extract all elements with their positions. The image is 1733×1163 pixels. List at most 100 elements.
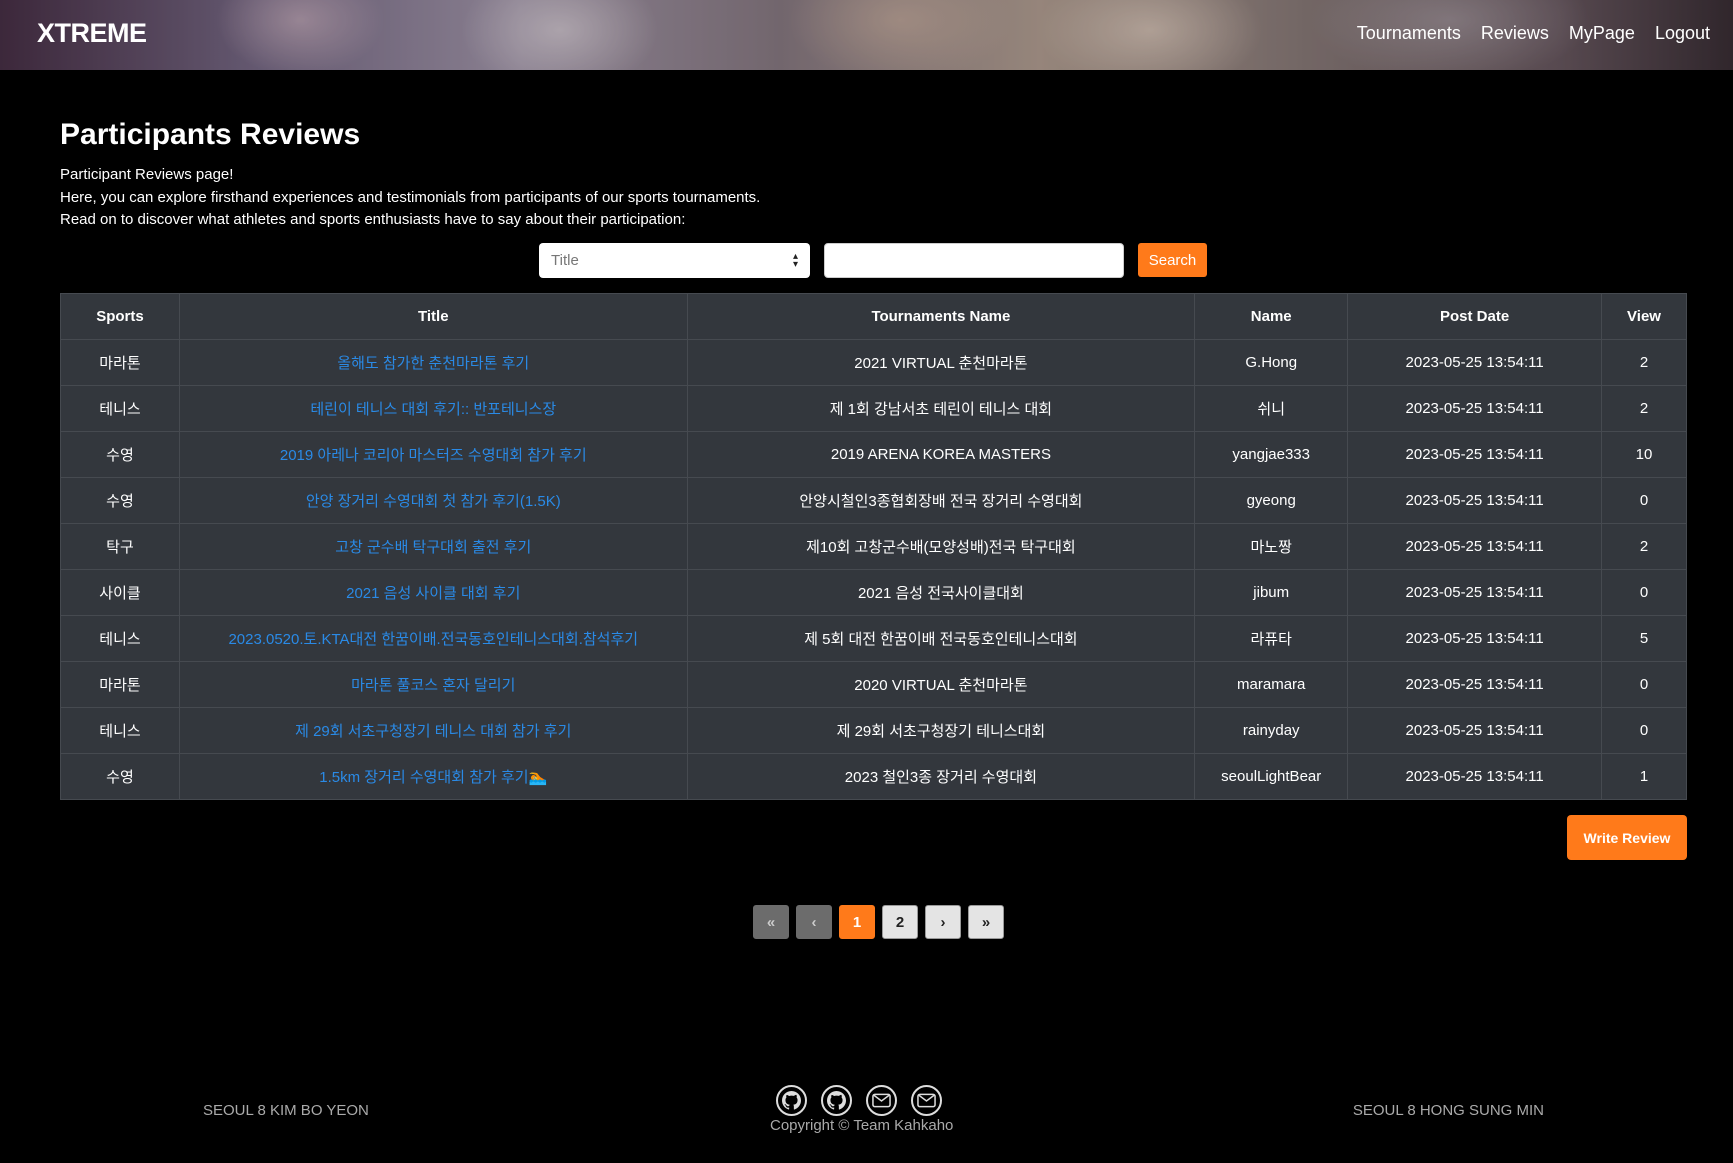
table-row: 수영 2019 아레나 코리아 마스터즈 수영대회 참가 후기 2019 ARENA… <box>60 431 1687 478</box>
cell-view: 0 <box>1601 477 1687 524</box>
col-header-sports: Sports <box>60 293 180 340</box>
cell-name: gyeong <box>1194 477 1349 524</box>
cell-post-date: 2023-05-25 13:54:11 <box>1347 569 1603 616</box>
github-icon[interactable] <box>821 1085 852 1116</box>
write-review-button[interactable]: Write Review <box>1567 815 1687 860</box>
footer-credit-left: SEOUL 8 KIM BO YEON <box>203 1102 369 1119</box>
cell-view: 2 <box>1601 385 1687 432</box>
table-row: 사이클 2021 음성 사이클 대회 후기 2021 음성 전국사이클대회 jibum… <box>60 569 1687 616</box>
page-title: Participants Reviews <box>60 118 361 151</box>
cell-name: jibum <box>1194 569 1349 616</box>
cell-sports: 수영 <box>60 753 180 800</box>
cell-title-link[interactable]: 제 29회 서초구청장기 테니스 대회 참가 후기 <box>178 707 688 754</box>
footer-icons <box>776 1085 942 1116</box>
cell-title-link[interactable]: 1.5km 장거리 수영대회 참가 후기🏊 <box>178 753 688 800</box>
table-row: 수영 안양 장거리 수영대회 첫 참가 후기(1.5K) 안양시철인3종협회장배 전… <box>60 477 1687 524</box>
cell-title-link[interactable]: 2023.0520.토.KTA대전 한꿈이배.전국동호인테니스대회.참석후기 <box>178 615 688 662</box>
cell-name: yangjae333 <box>1194 431 1349 478</box>
cell-tournament: 제 5회 대전 한꿈이배 전국동호인테니스대회 <box>686 615 1196 662</box>
cell-tournament: 제 29회 서초구청장기 테니스대회 <box>686 707 1196 754</box>
cell-view: 1 <box>1601 753 1687 800</box>
intro-line: Here, you can explore firsthand experien… <box>60 188 761 206</box>
page-button-1[interactable]: 1 <box>839 905 875 939</box>
nav-tournaments[interactable]: Tournaments <box>1357 23 1461 44</box>
cell-sports: 마라톤 <box>60 661 180 708</box>
cell-view: 2 <box>1601 523 1687 570</box>
cell-name: 마노짱 <box>1194 523 1349 570</box>
cell-sports: 테니스 <box>60 615 180 662</box>
cell-title-link[interactable]: 올해도 참가한 춘천마라톤 후기 <box>178 339 688 386</box>
cell-post-date: 2023-05-25 13:54:11 <box>1347 615 1603 662</box>
col-header-tournament: Tournaments Name <box>686 293 1196 340</box>
nav-reviews[interactable]: Reviews <box>1481 23 1549 44</box>
cell-sports: 탁구 <box>60 523 180 570</box>
cell-sports: 수영 <box>60 477 180 524</box>
cell-tournament: 2021 음성 전국사이클대회 <box>686 569 1196 616</box>
table-row: 테니스 테린이 테니스 대회 후기:: 반포테니스장 제 1회 강남서초 테린이 테… <box>60 385 1687 432</box>
nav-logout[interactable]: Logout <box>1655 23 1710 44</box>
cell-title-link[interactable]: 2019 아레나 코리아 마스터즈 수영대회 참가 후기 <box>178 431 688 478</box>
col-header-view: View <box>1601 293 1687 340</box>
mail-icon[interactable] <box>911 1085 942 1116</box>
table-row: 마라톤 올해도 참가한 춘천마라톤 후기 2021 VIRTUAL 춘천마라톤 G.H… <box>60 339 1687 386</box>
cell-post-date: 2023-05-25 13:54:11 <box>1347 385 1603 432</box>
table-row: 테니스 제 29회 서초구청장기 테니스 대회 참가 후기 제 29회 서초구청장기… <box>60 707 1687 754</box>
page-next-button[interactable]: › <box>925 905 961 939</box>
col-header-title: Title <box>178 293 688 340</box>
col-header-name: Name <box>1194 293 1349 340</box>
cell-post-date: 2023-05-25 13:54:11 <box>1347 707 1603 754</box>
cell-sports: 수영 <box>60 431 180 478</box>
search-button[interactable]: Search <box>1138 243 1207 277</box>
cell-post-date: 2023-05-25 13:54:11 <box>1347 523 1603 570</box>
page-button-2[interactable]: 2 <box>882 905 918 939</box>
cell-post-date: 2023-05-25 13:54:11 <box>1347 339 1603 386</box>
cell-tournament: 2023 철인3종 장거리 수영대회 <box>686 753 1196 800</box>
search-type-value: Title <box>551 252 579 269</box>
cell-name: seoulLightBear <box>1194 753 1349 800</box>
select-arrows-icon: ▴ ▾ <box>792 250 798 270</box>
intro-line: Participant Reviews page! <box>60 166 234 183</box>
cell-post-date: 2023-05-25 13:54:11 <box>1347 477 1603 524</box>
cell-title-link[interactable]: 2021 음성 사이클 대회 후기 <box>178 569 688 616</box>
table-row: 테니스 2023.0520.토.KTA대전 한꿈이배.전국동호인테니스대회.참석후… <box>60 615 1687 662</box>
cell-tournament: 2019 ARENA KOREA MASTERS <box>686 431 1196 478</box>
cell-post-date: 2023-05-25 13:54:11 <box>1347 431 1603 478</box>
cell-view: 0 <box>1601 661 1687 708</box>
cell-title-link[interactable]: 마라톤 풀코스 혼자 달리기 <box>178 661 688 708</box>
page-prev-button[interactable]: ‹ <box>796 905 832 939</box>
cell-post-date: 2023-05-25 13:54:11 <box>1347 753 1603 800</box>
github-icon[interactable] <box>776 1085 807 1116</box>
main-nav: Tournaments Reviews MyPage Logout <box>1357 23 1710 44</box>
table-row: 수영 1.5km 장거리 수영대회 참가 후기🏊 2023 철인3종 장거리 수영대… <box>60 753 1687 800</box>
cell-sports: 테니스 <box>60 385 180 432</box>
intro-line: Read on to discover what athletes and sp… <box>60 211 686 228</box>
cell-tournament: 제 1회 강남서초 테린이 테니스 대회 <box>686 385 1196 432</box>
cell-title-link[interactable]: 고창 군수배 탁구대회 출전 후기 <box>178 523 688 570</box>
logo[interactable]: XTREME <box>37 18 147 49</box>
search-type-select[interactable]: Title ▴ ▾ <box>539 243 810 278</box>
search-input[interactable] <box>824 243 1124 278</box>
page-last-button[interactable]: » <box>968 905 1004 939</box>
table-header-row: Sports Title Tournaments Name Name Post … <box>60 293 1687 340</box>
cell-name: maramara <box>1194 661 1349 708</box>
cell-title-link[interactable]: 안양 장거리 수영대회 첫 참가 후기(1.5K) <box>178 477 688 524</box>
intro-text: Participant Reviews page! Here, you can … <box>60 164 760 232</box>
cell-sports: 테니스 <box>60 707 180 754</box>
cell-tournament: 제10회 고창군수배(모양성배)전국 탁구대회 <box>686 523 1196 570</box>
cell-tournament: 안양시철인3종협회장배 전국 장거리 수영대회 <box>686 477 1196 524</box>
cell-name: G.Hong <box>1194 339 1349 386</box>
copyright-text: Copyright © Team Kahkaho <box>770 1117 954 1134</box>
pagination: « ‹ 1 2 › » <box>753 905 1004 939</box>
cell-post-date: 2023-05-25 13:54:11 <box>1347 661 1603 708</box>
mail-icon[interactable] <box>866 1085 897 1116</box>
nav-mypage[interactable]: MyPage <box>1569 23 1635 44</box>
page-first-button[interactable]: « <box>753 905 789 939</box>
cell-view: 0 <box>1601 569 1687 616</box>
cell-title-link[interactable]: 테린이 테니스 대회 후기:: 반포테니스장 <box>178 385 688 432</box>
footer-credit-right: SEOUL 8 HONG SUNG MIN <box>1352 1102 1544 1119</box>
cell-name: 라퓨타 <box>1194 615 1349 662</box>
cell-tournament: 2021 VIRTUAL 춘천마라톤 <box>686 339 1196 386</box>
cell-view: 0 <box>1601 707 1687 754</box>
table-row: 마라톤 마라톤 풀코스 혼자 달리기 2020 VIRTUAL 춘천마라톤 maram… <box>60 661 1687 708</box>
cell-view: 5 <box>1601 615 1687 662</box>
